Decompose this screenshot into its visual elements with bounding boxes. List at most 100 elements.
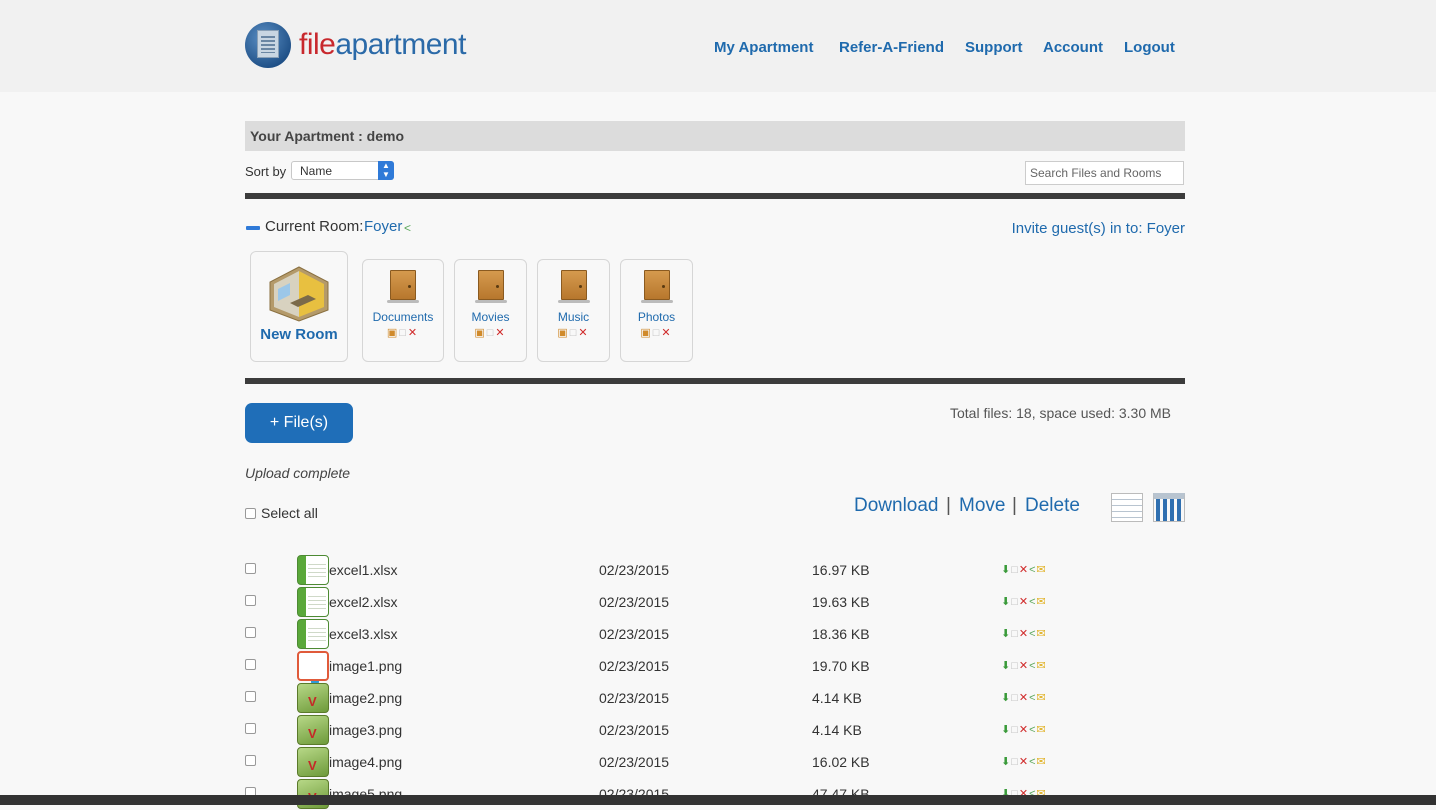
copy-icon[interactable]: □ [1011,756,1019,768]
delete-icon[interactable]: ✕ [1019,692,1029,704]
delete-icon[interactable]: ✕ [1019,724,1029,736]
table-row[interactable]: excel3.xlsx 02/23/2015 18.36 KB ⬇□✕<✉ [0,618,1436,650]
room-card-photos[interactable]: Photos ▣□✕ [620,259,693,362]
copy-icon[interactable]: □ [1011,692,1019,704]
logo[interactable]: fileapartment [245,22,466,68]
copy-icon[interactable]: □ [1011,564,1019,576]
room-name[interactable]: Photos [621,310,692,324]
collapse-icon[interactable] [246,226,260,230]
share-icon[interactable]: < [1029,692,1036,704]
upload-status: Upload complete [245,465,351,481]
room-name[interactable]: Music [538,310,609,324]
copy-icon[interactable]: □ [1011,596,1019,608]
delete-icon[interactable]: ✕ [1019,564,1029,576]
file-name[interactable]: image3.png [329,722,402,738]
copy-icon[interactable]: □ [1011,628,1019,640]
room-name[interactable]: Documents [363,310,443,324]
room-name[interactable]: Movies [455,310,526,324]
move-link[interactable]: Move [959,495,1005,517]
add-file-icon[interactable]: ▣ [557,327,569,339]
table-row[interactable]: image5.png02/23/201547.47 KB⬇□✕<✉ [0,778,1436,810]
copy-icon[interactable]: □ [1011,660,1019,672]
grid-view-icon[interactable] [1153,493,1185,522]
add-file-icon[interactable]: ▣ [640,327,652,339]
room-card-movies[interactable]: Movies ▣□✕ [454,259,527,362]
row-checkbox[interactable] [245,755,256,766]
header: fileapartment My Apartment Refer-A-Frien… [0,0,1436,92]
download-icon[interactable]: ⬇ [1001,724,1011,736]
file-name[interactable]: excel2.xlsx [329,594,397,610]
file-name[interactable]: image2.png [329,690,402,706]
table-row[interactable]: excel2.xlsx 02/23/2015 19.63 KB ⬇□✕<✉ [0,586,1436,618]
share-icon[interactable]: < [1029,564,1036,576]
delete-link[interactable]: Delete [1025,495,1080,517]
separator: | [946,495,951,516]
email-icon[interactable]: ✉ [1037,628,1047,640]
share-icon[interactable]: < [1029,628,1036,640]
download-icon[interactable]: ⬇ [1001,660,1011,672]
delete-icon[interactable]: ✕ [578,327,589,339]
sort-select[interactable]: Name ▲ ▼ [291,161,394,180]
download-icon[interactable]: ⬇ [1001,628,1011,640]
download-icon[interactable]: ⬇ [1001,692,1011,704]
email-icon[interactable]: ✉ [1037,756,1047,768]
add-files-button[interactable]: + File(s) [245,403,353,443]
row-checkbox[interactable] [245,691,256,702]
email-icon[interactable]: ✉ [1037,596,1047,608]
nav-logout[interactable]: Logout [1124,39,1175,56]
table-row[interactable]: image1.png 02/23/2015 19.70 KB ⬇□✕<✉ [0,650,1436,686]
download-icon[interactable]: ⬇ [1001,596,1011,608]
nav-my-apartment[interactable]: My Apartment [714,39,813,56]
row-checkbox[interactable] [245,627,256,638]
delete-icon[interactable]: ✕ [1019,756,1029,768]
room-card-documents[interactable]: Documents ▣□✕ [362,259,444,362]
spreadsheet-file-icon [297,587,329,617]
row-checkbox[interactable] [245,659,256,670]
room-card-music[interactable]: Music ▣□✕ [537,259,610,362]
email-icon[interactable]: ✉ [1037,692,1047,704]
copy-icon[interactable]: □ [399,327,408,339]
delete-icon[interactable]: ✕ [1019,660,1029,672]
list-view-icon[interactable] [1111,493,1143,522]
delete-icon[interactable]: ✕ [408,327,419,339]
table-row[interactable]: image2.png 02/23/2015 4.14 KB ⬇□✕<✉ [0,682,1436,714]
delete-icon[interactable]: ✕ [1019,628,1029,640]
invite-guests-link[interactable]: Invite guest(s) in to: Foyer [1012,220,1185,237]
email-icon[interactable]: ✉ [1037,660,1047,672]
delete-icon[interactable]: ✕ [661,327,672,339]
delete-icon[interactable]: ✕ [495,327,506,339]
select-all-checkbox[interactable] [245,508,256,519]
file-name[interactable]: image1.png [329,658,402,674]
new-room-button[interactable]: New Room [250,251,348,362]
nav-account[interactable]: Account [1043,39,1103,56]
search-input[interactable] [1025,161,1184,185]
table-row[interactable]: image4.png 02/23/2015 16.02 KB ⬇□✕<✉ [0,746,1436,778]
file-name[interactable]: image4.png [329,754,402,770]
share-icon[interactable]: < [1029,660,1036,672]
download-icon[interactable]: ⬇ [1001,756,1011,768]
table-row[interactable]: excel1.xlsx 02/23/2015 16.97 KB ⬇□✕<✉ [0,554,1436,586]
copy-icon[interactable]: □ [1011,724,1019,736]
nav-refer-a-friend[interactable]: Refer-A-Friend [839,39,944,56]
email-icon[interactable]: ✉ [1037,724,1047,736]
file-date: 02/23/2015 [599,754,670,770]
file-name[interactable]: excel3.xlsx [329,626,397,642]
download-icon[interactable]: ⬇ [1001,564,1011,576]
file-name[interactable]: excel1.xlsx [329,562,397,578]
row-checkbox[interactable] [245,723,256,734]
current-room-name[interactable]: Foyer [364,218,402,235]
share-icon[interactable]: < [404,221,411,235]
delete-icon[interactable]: ✕ [1019,596,1029,608]
table-row[interactable]: image3.png 02/23/2015 4.14 KB ⬇□✕<✉ [0,714,1436,746]
row-checkbox[interactable] [245,563,256,574]
nav-support[interactable]: Support [965,39,1023,56]
file-row-actions: ⬇□✕<✉ [1001,659,1047,672]
add-file-icon[interactable]: ▣ [474,327,486,339]
row-checkbox[interactable] [245,595,256,606]
share-icon[interactable]: < [1029,756,1036,768]
share-icon[interactable]: < [1029,596,1036,608]
share-icon[interactable]: < [1029,724,1036,736]
download-link[interactable]: Download [854,495,939,517]
add-file-icon[interactable]: ▣ [387,327,399,339]
email-icon[interactable]: ✉ [1037,564,1047,576]
